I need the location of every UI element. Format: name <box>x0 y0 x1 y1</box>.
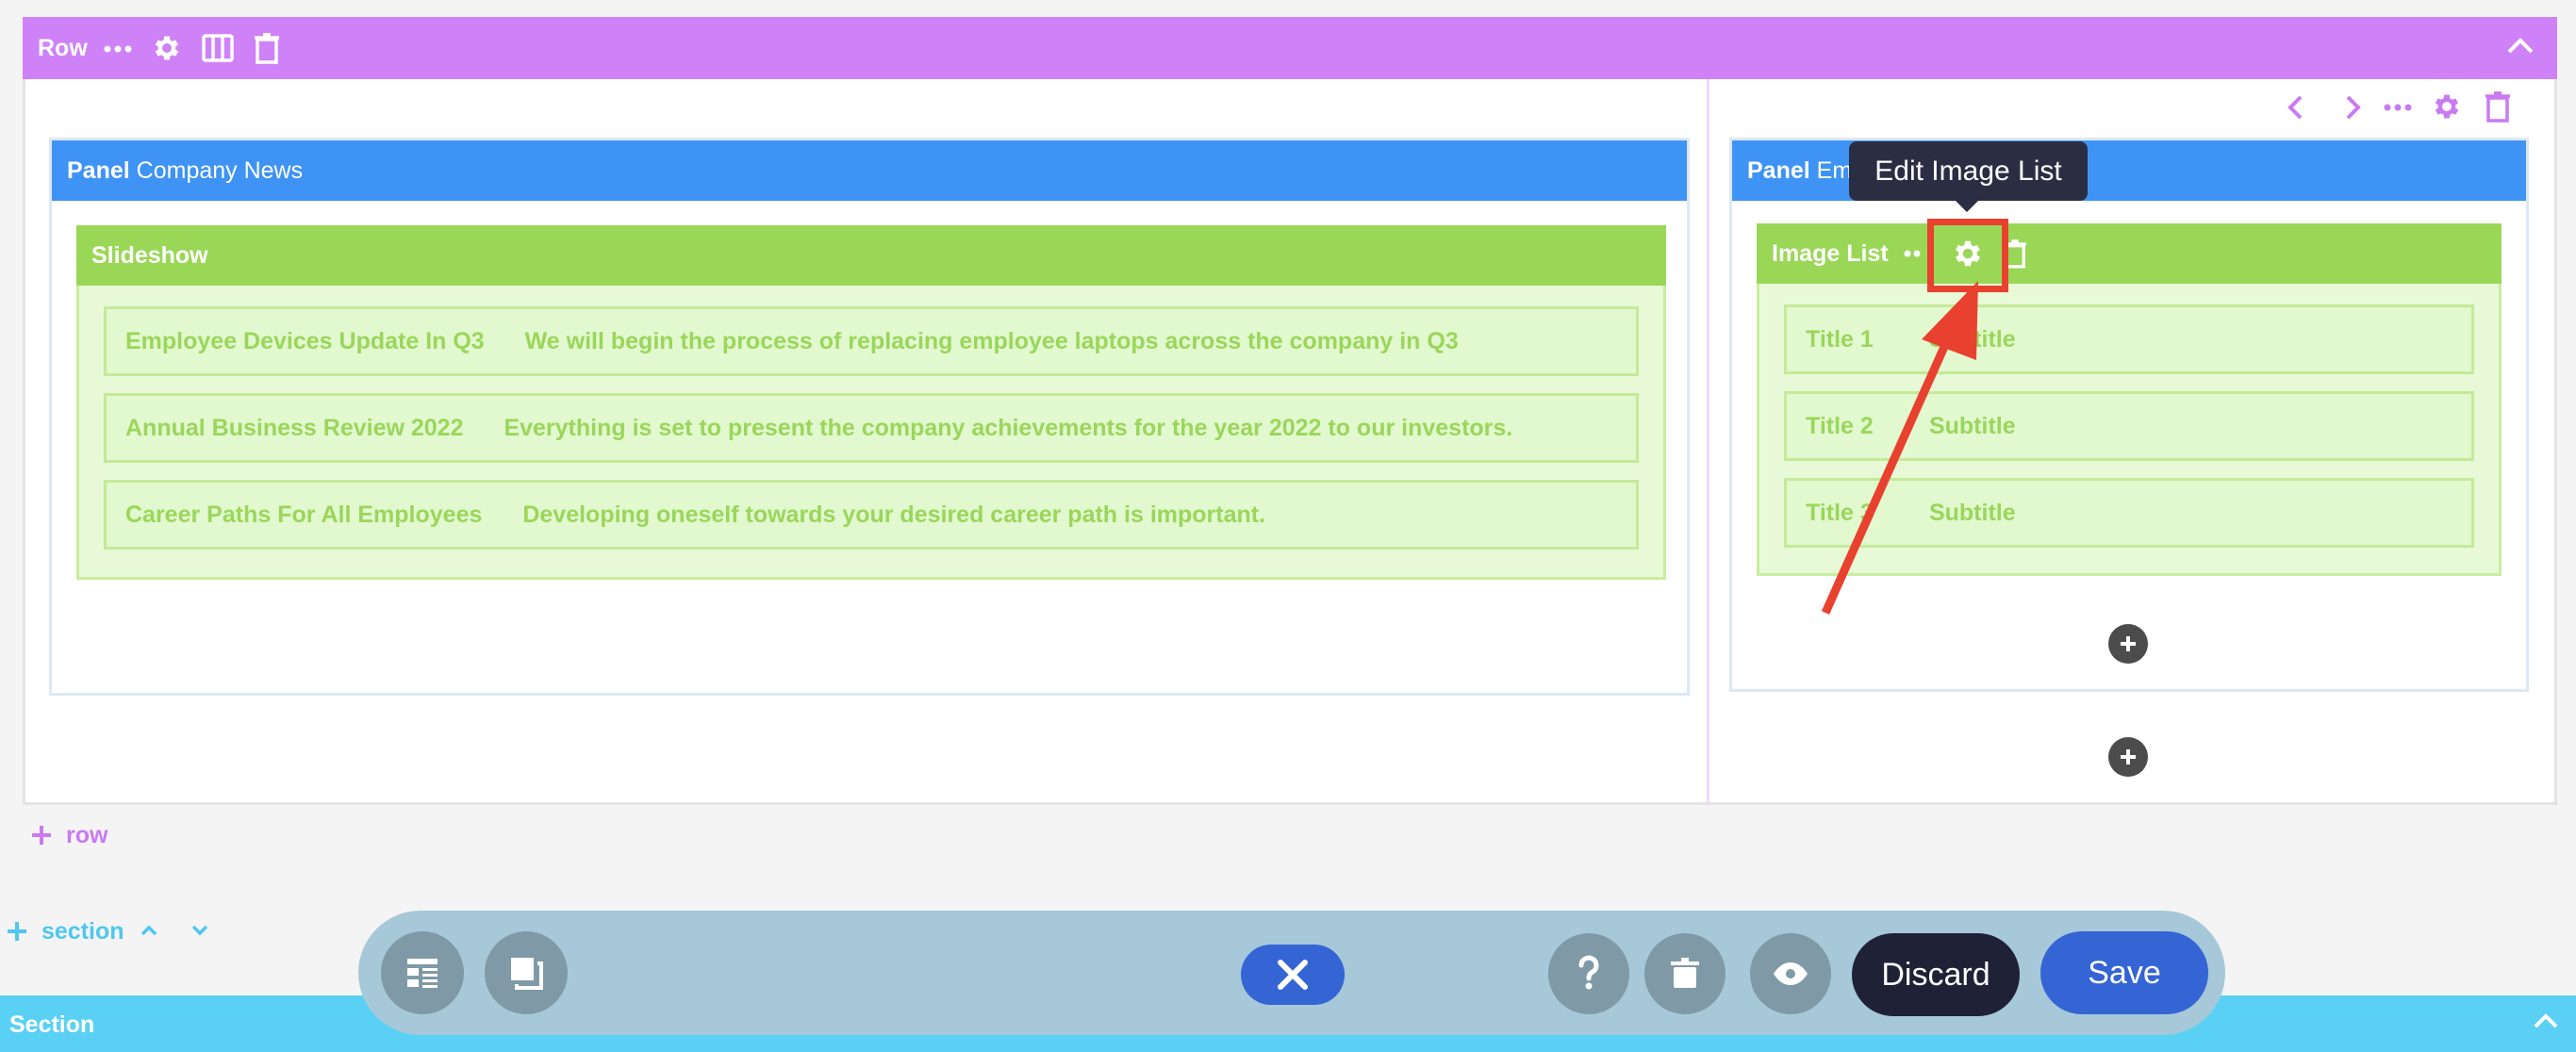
chevron-right-icon[interactable] <box>2342 94 2363 121</box>
panel-prefix: Panel <box>1747 157 1810 184</box>
slideshow-body: Employee Devices Update In Q3 We will be… <box>76 286 1666 580</box>
delete-button[interactable] <box>1644 933 1726 1014</box>
section-controls[interactable]: section <box>4 918 221 946</box>
plus-icon[interactable] <box>6 920 28 943</box>
collapse-chevron-up-icon[interactable] <box>2506 36 2535 55</box>
slide-title: Annual Business Review 2022 <box>125 415 464 441</box>
panel-prefix: Panel <box>67 157 130 184</box>
preview-button[interactable] <box>1750 933 1831 1014</box>
eye-icon <box>1774 962 1808 985</box>
annotation-arrow <box>1821 281 1978 615</box>
slide-title: Employee Devices Update In Q3 <box>125 328 485 354</box>
slide-item[interactable]: Employee Devices Update In Q3 We will be… <box>104 306 1639 376</box>
panel-title: Company News <box>136 157 304 184</box>
layout-icon <box>407 959 438 988</box>
layers-icon <box>511 958 543 990</box>
slide-subtitle: Everything is set to present the company… <box>504 415 1513 441</box>
chevron-left-icon[interactable] <box>2286 94 2306 121</box>
chevron-up-icon[interactable] <box>140 924 158 937</box>
column-divider <box>1707 79 1709 805</box>
tooltip-pointer <box>1955 200 1979 212</box>
layout-button[interactable] <box>381 931 464 1014</box>
slide-item[interactable]: Career Paths For All Employees Developin… <box>104 480 1639 550</box>
slide-title: Career Paths For All Employees <box>125 501 483 528</box>
slide-subtitle: Developing oneself towards your desired … <box>522 501 1266 528</box>
question-icon <box>1578 955 1599 990</box>
collapse-chevron-up-icon[interactable] <box>2533 1012 2559 1029</box>
help-button[interactable] <box>1548 933 1629 1014</box>
slide-subtitle: We will begin the process of replacing e… <box>524 328 1459 354</box>
panel-company-news[interactable]: Panel Company News Slideshow Employee De… <box>49 138 1690 696</box>
trash-icon[interactable] <box>255 32 279 64</box>
chevron-down-icon[interactable] <box>190 924 209 937</box>
row-header-bar[interactable]: Row <box>23 17 2557 79</box>
image-list-title: Image List <box>1772 240 1889 267</box>
save-button[interactable]: Save <box>2040 931 2208 1014</box>
add-row-label: row <box>66 822 108 848</box>
section-label: section <box>41 918 124 945</box>
tooltip: Edit Image List <box>1849 141 2088 201</box>
columns-icon[interactable] <box>202 34 234 62</box>
more-dots-icon[interactable] <box>104 45 132 53</box>
add-module-button[interactable] <box>2108 624 2148 664</box>
row-label: Row <box>38 35 88 61</box>
slide-item[interactable]: Annual Business Review 2022 Everything i… <box>104 393 1639 463</box>
slideshow-header[interactable]: Slideshow <box>76 225 1666 286</box>
close-icon <box>1278 960 1308 990</box>
add-panel-button[interactable] <box>2108 737 2148 777</box>
trash-icon[interactable] <box>2485 90 2510 123</box>
gear-icon[interactable] <box>151 32 183 64</box>
discard-button[interactable]: Discard <box>1852 933 2020 1016</box>
panel-header[interactable]: Panel Company News <box>52 140 1687 201</box>
trash-icon <box>1671 958 1699 988</box>
slideshow-module[interactable]: Slideshow Employee Devices Update In Q3 … <box>76 225 1666 580</box>
more-dots-icon[interactable] <box>1904 250 1921 257</box>
close-editor-button[interactable] <box>1241 945 1345 1005</box>
more-dots-icon[interactable] <box>2384 104 2412 111</box>
section-bar-label: Section <box>9 1011 95 1038</box>
plus-icon <box>30 824 53 847</box>
gear-icon[interactable] <box>2431 90 2463 123</box>
layers-button[interactable] <box>485 931 568 1014</box>
